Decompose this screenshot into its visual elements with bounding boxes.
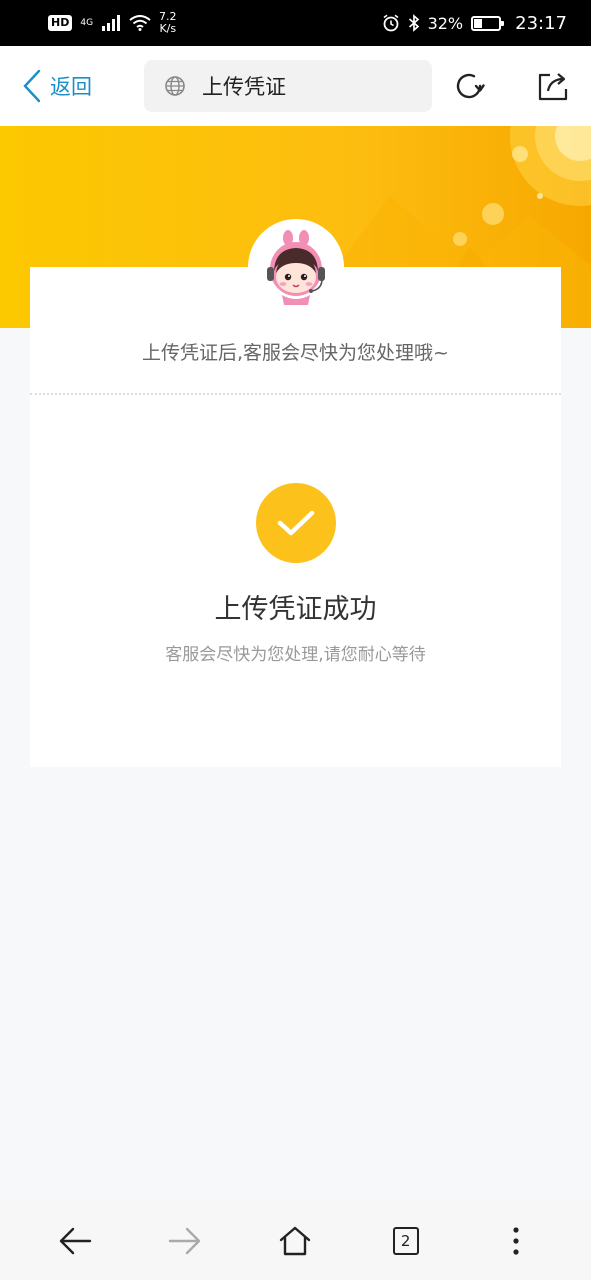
check-icon — [277, 510, 314, 536]
nav-forward-button[interactable] — [161, 1217, 209, 1265]
hd-badge: HD — [48, 15, 73, 31]
success-badge — [255, 483, 336, 563]
customer-service-avatar — [267, 230, 325, 305]
network-type: 4G — [80, 17, 94, 28]
tabs-button[interactable]: 2 — [382, 1217, 430, 1265]
nav-back-button[interactable] — [51, 1217, 99, 1265]
back-button[interactable]: 返回 — [22, 69, 144, 103]
share-button[interactable] — [535, 68, 571, 104]
alarm-icon — [383, 14, 399, 32]
browser-top-bar: 返回 上传凭证 — [0, 46, 591, 126]
wifi-icon — [129, 15, 151, 31]
more-vertical-icon — [513, 1227, 519, 1255]
home-button[interactable] — [271, 1217, 319, 1265]
home-icon — [280, 1226, 311, 1256]
tabs-icon: 2 — [392, 1227, 419, 1255]
refresh-icon — [456, 73, 485, 99]
network-speed: 7.2 K/s — [159, 11, 177, 35]
more-button[interactable] — [492, 1217, 540, 1265]
address-bar[interactable]: 上传凭证 — [144, 60, 432, 112]
battery-percent: 32% — [427, 13, 464, 33]
clock: 23:17 — [515, 12, 567, 34]
globe-icon — [165, 76, 185, 96]
bluetooth-icon — [408, 14, 419, 32]
upload-hint: 上传凭证后,客服会尽快为您处理哦~ — [142, 341, 449, 364]
network-indicator: 4G — [80, 17, 94, 28]
status-right: 32% 23:17 — [382, 13, 567, 34]
top-actions — [451, 68, 571, 104]
page-title: 上传凭证 — [202, 75, 286, 99]
success-subtitle: 客服会尽快为您处理,请您耐心等待 — [165, 645, 426, 665]
battery-icon — [471, 15, 505, 31]
signal-icon — [102, 15, 121, 31]
status-bar: HD 4G 7.2 K/s 32% 23:17 — [0, 0, 591, 46]
chevron-left-icon — [23, 69, 41, 103]
success-title: 上传凭证成功 — [214, 594, 377, 625]
arrow-right-icon — [169, 1227, 201, 1255]
avatar — [248, 219, 344, 315]
refresh-button[interactable] — [451, 68, 487, 104]
browser-bottom-bar: 2 — [0, 1202, 591, 1280]
speed-unit: K/s — [159, 22, 177, 35]
success-section: 上传凭证成功 客服会尽快为您处理,请您耐心等待 — [30, 395, 561, 665]
status-left: HD 4G 7.2 K/s — [48, 11, 177, 35]
arrow-left-icon — [59, 1227, 92, 1255]
back-label: 返回 — [50, 75, 92, 99]
battery-fill — [474, 18, 483, 28]
share-icon — [538, 73, 568, 101]
upload-card: 上传凭证后,客服会尽快为您处理哦~ 上传凭证成功 客服会尽快为您处理,请您耐心等… — [30, 219, 561, 767]
